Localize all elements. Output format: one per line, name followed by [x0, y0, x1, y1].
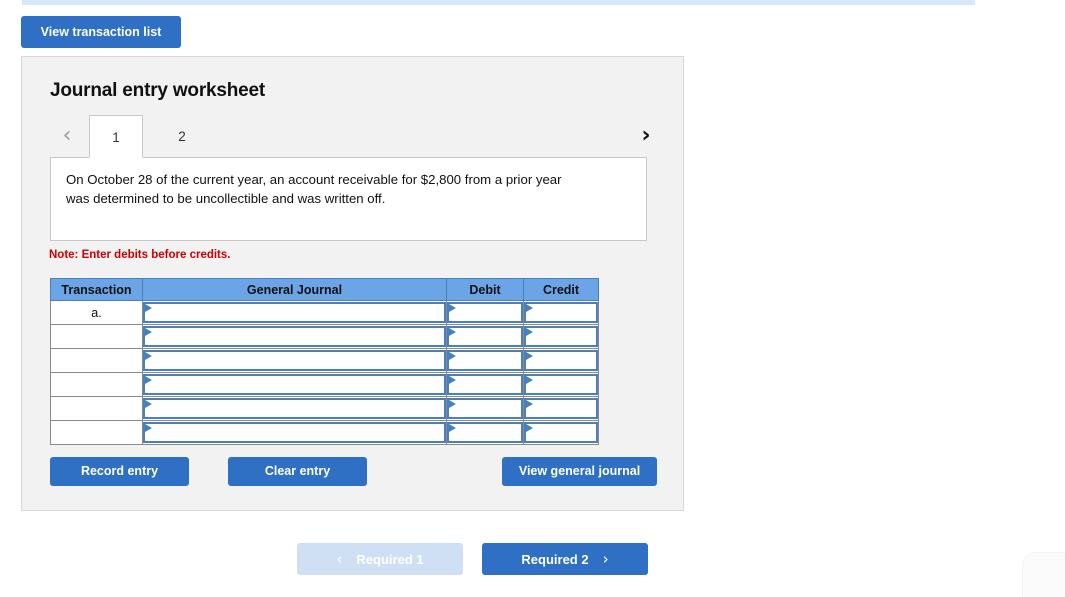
dropdown-marker-icon	[145, 424, 152, 432]
table-row	[50, 324, 599, 349]
cell-general-journal[interactable]	[142, 324, 447, 349]
debit-amount-input[interactable]	[447, 326, 523, 347]
required-2-label: Required 2	[521, 551, 589, 567]
cell-transaction	[50, 420, 143, 445]
cell-transaction	[50, 396, 143, 421]
cell-transaction	[50, 372, 143, 397]
chevron-left-icon[interactable]: ‹	[56, 123, 78, 149]
table-row: a.	[50, 300, 599, 325]
cell-general-journal[interactable]	[142, 420, 447, 445]
transaction-description-text: On October 28 of the current year, an ac…	[66, 172, 562, 206]
cell-general-journal[interactable]	[142, 300, 447, 325]
required-1-prev-button[interactable]: ‹ Required 1	[297, 543, 463, 575]
dropdown-marker-icon	[145, 376, 152, 384]
page-title: Journal entry worksheet	[50, 80, 266, 101]
table-row	[50, 420, 599, 445]
dropdown-marker-icon	[449, 328, 456, 336]
cell-debit[interactable]	[446, 348, 524, 373]
journal-entry-table: Transaction General Journal Debit Credit…	[50, 278, 599, 445]
dropdown-marker-icon	[449, 376, 456, 384]
cell-debit[interactable]	[446, 396, 524, 421]
credit-amount-input[interactable]	[524, 302, 598, 323]
cell-debit[interactable]	[446, 372, 524, 397]
cell-debit[interactable]	[446, 324, 524, 349]
dropdown-marker-icon	[145, 352, 152, 360]
table-header-row: Transaction General Journal Debit Credit	[50, 278, 599, 301]
credit-amount-input[interactable]	[524, 326, 598, 347]
credit-amount-input[interactable]	[524, 422, 598, 443]
cell-transaction	[50, 324, 143, 349]
debit-amount-input[interactable]	[447, 350, 523, 371]
account-select-input[interactable]	[143, 422, 446, 443]
tab-entry-1[interactable]: 1	[89, 115, 143, 158]
cell-debit[interactable]	[446, 420, 524, 445]
dropdown-marker-icon	[526, 352, 533, 360]
account-select-input[interactable]	[143, 398, 446, 419]
debit-amount-input[interactable]	[447, 374, 523, 395]
credit-amount-input[interactable]	[524, 374, 598, 395]
dropdown-marker-icon	[526, 328, 533, 336]
dropdown-marker-icon	[526, 304, 533, 312]
cell-credit[interactable]	[523, 420, 599, 445]
record-entry-button[interactable]: Record entry	[50, 457, 189, 486]
credit-amount-input[interactable]	[524, 398, 598, 419]
journal-entry-worksheet-panel: Journal entry worksheet ‹ 1 2 › On Octob…	[21, 56, 684, 511]
dropdown-marker-icon	[449, 400, 456, 408]
dropdown-marker-icon	[145, 328, 152, 336]
top-progress-strip	[22, 0, 975, 5]
dropdown-marker-icon	[449, 304, 456, 312]
cell-general-journal[interactable]	[142, 348, 447, 373]
clear-entry-button[interactable]: Clear entry	[228, 457, 367, 486]
tab-entry-2[interactable]: 2	[155, 115, 209, 158]
transaction-description-box: On October 28 of the current year, an ac…	[50, 157, 647, 241]
chat-widget-fragment[interactable]	[1022, 552, 1065, 597]
table-row	[50, 396, 599, 421]
chevron-left-icon: ‹	[336, 549, 343, 568]
column-header-debit: Debit	[446, 278, 524, 301]
dropdown-marker-icon	[449, 352, 456, 360]
dropdown-marker-icon	[145, 400, 152, 408]
cell-credit[interactable]	[523, 348, 599, 373]
view-general-journal-button[interactable]: View general journal	[502, 457, 657, 486]
debit-amount-input[interactable]	[447, 422, 523, 443]
column-header-general-journal: General Journal	[142, 278, 447, 301]
cell-general-journal[interactable]	[142, 396, 447, 421]
table-row	[50, 372, 599, 397]
required-1-label: Required 1	[356, 551, 424, 567]
debits-before-credits-note: Note: Enter debits before credits.	[49, 249, 231, 261]
column-header-transaction: Transaction	[50, 278, 143, 301]
debit-amount-input[interactable]	[447, 302, 523, 323]
chevron-right-icon: ›	[602, 549, 609, 568]
credit-amount-input[interactable]	[524, 350, 598, 371]
account-select-input[interactable]	[143, 302, 446, 323]
cell-general-journal[interactable]	[142, 372, 447, 397]
cell-debit[interactable]	[446, 300, 524, 325]
view-transaction-list-button[interactable]: View transaction list	[21, 16, 181, 48]
worksheet-tab-strip: ‹ 1 2 ›	[50, 115, 657, 159]
debit-amount-input[interactable]	[447, 398, 523, 419]
account-select-input[interactable]	[143, 350, 446, 371]
dropdown-marker-icon	[526, 400, 533, 408]
table-row	[50, 348, 599, 373]
chevron-right-icon[interactable]: ›	[635, 123, 657, 149]
dropdown-marker-icon	[449, 424, 456, 432]
account-select-input[interactable]	[143, 374, 446, 395]
cell-credit[interactable]	[523, 324, 599, 349]
dropdown-marker-icon	[526, 424, 533, 432]
cell-credit[interactable]	[523, 372, 599, 397]
dropdown-marker-icon	[526, 376, 533, 384]
required-2-next-button[interactable]: Required 2 ›	[482, 543, 648, 575]
column-header-credit: Credit	[523, 278, 599, 301]
cell-transaction: a.	[50, 300, 143, 325]
account-select-input[interactable]	[143, 326, 446, 347]
cell-transaction	[50, 348, 143, 373]
cell-credit[interactable]	[523, 396, 599, 421]
cell-credit[interactable]	[523, 300, 599, 325]
dropdown-marker-icon	[145, 304, 152, 312]
